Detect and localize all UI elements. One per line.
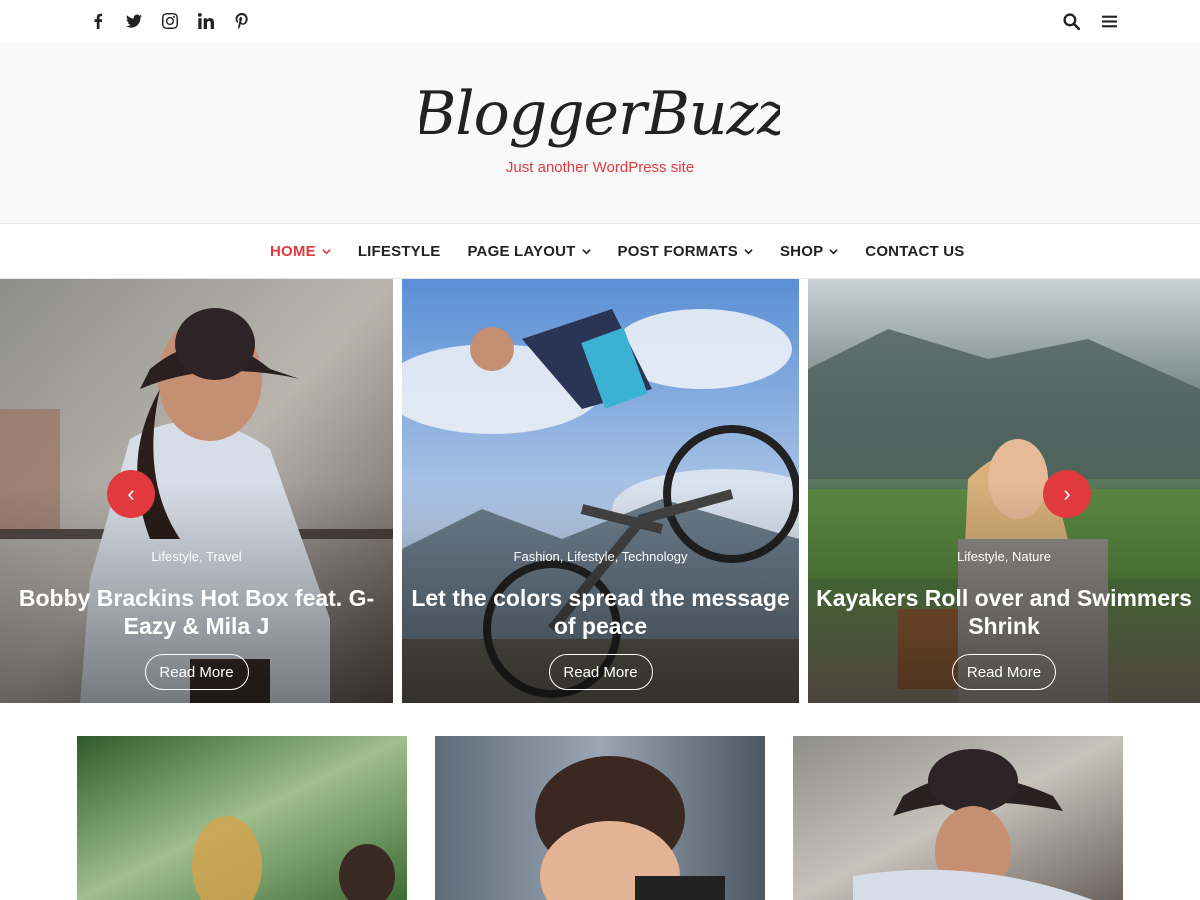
nav-item-contact-us[interactable]: CONTACT US <box>865 243 964 260</box>
facebook-icon[interactable] <box>80 9 116 33</box>
read-more-button[interactable]: Read More <box>548 654 653 690</box>
site-title: BloggerBuzz <box>420 79 780 149</box>
nav-label: PAGE LAYOUT <box>467 243 576 260</box>
slider-prev-button[interactable]: ‹ <box>107 470 155 518</box>
nav-label: HOME <box>270 243 316 260</box>
nav-label: POST FORMATS <box>617 243 738 260</box>
nav-label: LIFESTYLE <box>357 243 441 260</box>
nav-item-home[interactable]: HOME <box>270 243 331 260</box>
search-icon[interactable] <box>1060 9 1082 33</box>
slide-categories[interactable]: Lifestyle, Travel <box>0 549 393 564</box>
chevron-right-icon: › <box>1063 481 1071 506</box>
read-more-button[interactable]: Read More <box>144 654 249 690</box>
slide[interactable]: Lifestyle, Travel Bobby Brackins Hot Box… <box>0 279 393 703</box>
chevron-left-icon: ‹ <box>127 481 135 506</box>
header-actions <box>1060 9 1120 33</box>
chevron-down-icon <box>829 247 838 256</box>
menu-icon[interactable] <box>1098 9 1120 33</box>
slide-title[interactable]: Bobby Brackins Hot Box feat. G-Eazy & Mi… <box>6 584 387 640</box>
nav-label: CONTACT US <box>865 243 965 260</box>
social-links <box>80 9 260 33</box>
slide-title[interactable]: Kayakers Roll over and Swimmers Shrink <box>814 584 1194 640</box>
site-header: BloggerBuzz Just another WordPress site <box>0 42 1200 224</box>
slide-categories[interactable]: Lifestyle, Nature <box>808 549 1200 564</box>
chevron-down-icon <box>581 247 591 256</box>
post-card-image[interactable] <box>793 736 1123 900</box>
site-logo[interactable]: BloggerBuzz <box>420 72 780 162</box>
site-tagline: Just another WordPress site <box>505 159 695 176</box>
slide-categories[interactable]: Fashion, Lifestyle, Technology <box>402 549 799 564</box>
slide[interactable]: Fashion, Lifestyle, Technology Let the c… <box>402 279 799 703</box>
read-more-button[interactable]: Read More <box>952 654 1056 690</box>
chevron-down-icon <box>322 247 331 256</box>
main-navigation: HOME LIFESTYLE PAGE LAYOUT POST FORMATS … <box>0 224 1200 279</box>
post-thumbnail <box>77 736 407 900</box>
nav-item-post-formats[interactable]: POST FORMATS <box>618 243 753 260</box>
nav-item-page-layout[interactable]: PAGE LAYOUT <box>467 243 591 260</box>
slider-next-button[interactable]: › <box>1043 470 1091 518</box>
post-card-image[interactable] <box>77 736 407 900</box>
nav-item-lifestyle[interactable]: LIFESTYLE <box>358 243 441 260</box>
slide-title[interactable]: Let the colors spread the message of pea… <box>408 584 793 640</box>
top-bar <box>0 0 1200 42</box>
post-thumbnail <box>793 736 1123 900</box>
chevron-down-icon <box>744 247 753 256</box>
instagram-icon[interactable] <box>152 9 188 33</box>
post-thumbnail <box>435 736 765 900</box>
twitter-icon[interactable] <box>116 9 152 33</box>
nav-item-shop[interactable]: SHOP <box>780 243 838 260</box>
slide[interactable]: Lifestyle, Nature Kayakers Roll over and… <box>808 279 1200 703</box>
featured-slider: Lifestyle, Travel Bobby Brackins Hot Box… <box>0 279 1200 703</box>
post-card-image[interactable] <box>435 736 765 900</box>
linkedin-icon[interactable] <box>188 9 224 33</box>
nav-label: SHOP <box>779 243 824 260</box>
pinterest-icon[interactable] <box>224 9 260 33</box>
